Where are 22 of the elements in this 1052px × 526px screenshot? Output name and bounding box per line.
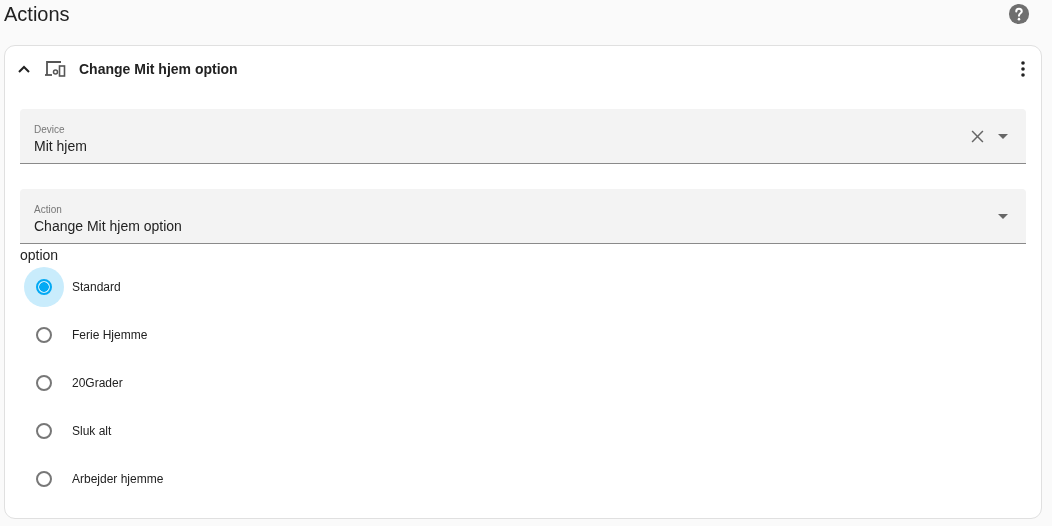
dropdown-field[interactable]: Action Change Mit hjem option [20, 189, 1026, 244]
dropdown-arrow-icon[interactable] [998, 133, 1008, 139]
radio-label: Standard [72, 280, 121, 294]
field-label: Device [34, 124, 66, 135]
radio-label: 20Grader [72, 376, 123, 390]
dropdown-arrow-icon[interactable] [998, 213, 1008, 219]
card-title: Change Mit hjem option [79, 61, 239, 77]
menu-icon[interactable] [1021, 61, 1025, 77]
clear-icon[interactable] [971, 129, 984, 143]
radio-label: Ferie Hjemme [72, 328, 148, 342]
radio-label: Arbejder hjemme [72, 472, 164, 486]
group-label: option [20, 247, 60, 263]
radio-button[interactable] [24, 267, 64, 307]
help-icon[interactable] [1008, 3, 1030, 25]
radio-label: Sluk alt [72, 424, 112, 438]
devices-icon [44, 60, 66, 78]
field-label: Action [34, 204, 63, 215]
field-value: Mit hjem [34, 138, 88, 154]
page-title: Actions [4, 2, 70, 26]
field-value: Change Mit hjem option [34, 218, 183, 234]
dropdown-field[interactable]: Device Mit hjem [20, 109, 1026, 164]
chevron-icon[interactable] [18, 65, 30, 73]
